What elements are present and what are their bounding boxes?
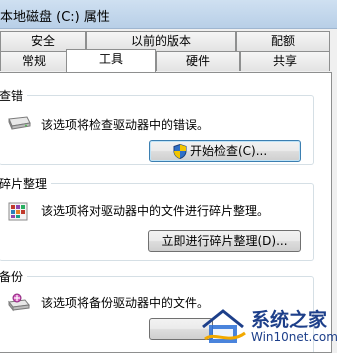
defrag-title: 碎片整理 <box>0 175 52 192</box>
watermark-url: Win10net.com <box>251 330 337 344</box>
watermark-logo: 系统之家 Win10net.com <box>199 305 337 347</box>
backup-title: 备份 <box>0 268 28 285</box>
backup-icon <box>8 293 30 312</box>
tab-security[interactable]: 安全 <box>0 31 86 51</box>
hard-drive-icon <box>8 116 31 130</box>
backup-description: 该选项将备份驱动器中的文件。 <box>41 296 210 310</box>
defrag-icon <box>8 202 28 221</box>
shield-icon <box>173 144 187 159</box>
tab-general[interactable]: 常规 <box>0 51 68 71</box>
title-bar[interactable]: 本地磁盘 (C:) 属性 <box>0 0 337 29</box>
tab-hardware[interactable]: 硬件 <box>156 51 240 71</box>
tab-tools[interactable]: 工具 <box>66 49 156 72</box>
tab-sharing[interactable]: 共享 <box>240 51 330 71</box>
error-check-title: 查错 <box>0 87 28 104</box>
error-check-description: 该选项将检查驱动器中的错误。 <box>41 118 210 132</box>
watermark-title: 系统之家 <box>251 309 328 331</box>
start-check-button[interactable]: 开始检查(C)... <box>149 140 301 162</box>
defragment-now-button[interactable]: 立即进行碎片整理(D)... <box>148 230 301 252</box>
tab-previous-versions[interactable]: 以前的版本 <box>86 31 236 51</box>
start-check-label: 开始检查(C)... <box>190 144 268 158</box>
window-title: 本地磁盘 (C:) 属性 <box>0 10 110 25</box>
defrag-description: 该选项将对驱动器中的文件进行碎片整理。 <box>41 204 270 218</box>
tab-strip: 安全 以前的版本 配额 常规 工具 硬件 共享 <box>0 28 337 72</box>
tab-quota[interactable]: 配额 <box>236 31 330 51</box>
house-logo-icon <box>202 309 246 343</box>
